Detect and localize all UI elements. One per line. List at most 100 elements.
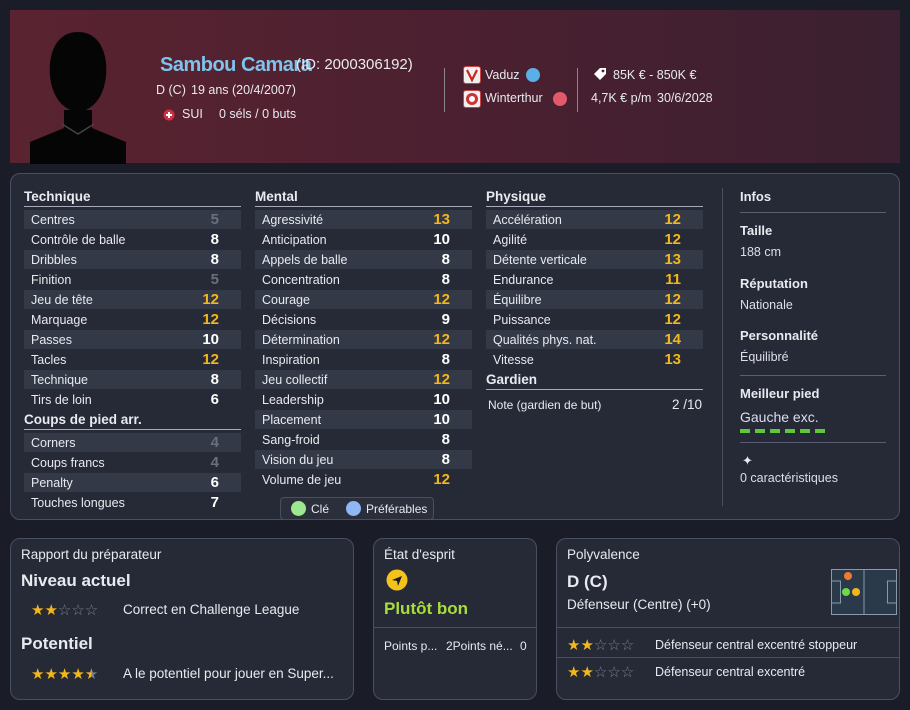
mental-row[interactable]: Jeu collectif 12 xyxy=(255,370,472,389)
mental-label: Placement xyxy=(262,412,322,427)
technique-value: 12 xyxy=(202,351,219,368)
foot-strength-bar xyxy=(740,429,825,433)
transfer-value: 85K € - 850K € xyxy=(613,68,697,82)
physique-row[interactable]: Accélération 12 xyxy=(486,210,703,229)
technique-row[interactable]: Tacles 12 xyxy=(24,350,241,369)
mental-value: 10 xyxy=(433,411,450,428)
technique-value: 12 xyxy=(202,311,219,328)
niveau-stars: ★★☆☆☆ xyxy=(31,602,99,619)
mental-label: Détermination xyxy=(262,332,340,347)
mental-value: 8 xyxy=(441,251,450,268)
mental-value: 8 xyxy=(441,451,450,468)
poly-desc: Défenseur (Centre) (+0) xyxy=(567,597,711,612)
technique-row[interactable]: Passes 10 xyxy=(24,330,241,349)
technique-label: Jeu de tête xyxy=(31,292,93,307)
technique-row[interactable]: Centres 5 xyxy=(24,210,241,229)
mental-title: Mental xyxy=(255,189,298,204)
technique-row[interactable]: Contrôle de balle 8 xyxy=(24,230,241,249)
player-header: Sambou Camara (ID: 2000306192) D (C) 19 … xyxy=(10,10,900,164)
physique-title: Physique xyxy=(486,189,547,204)
technique-row[interactable]: Tirs de loin 6 xyxy=(24,390,241,409)
mental-row[interactable]: Concentration 8 xyxy=(255,270,472,289)
technique-label: Finition xyxy=(31,272,72,287)
physique-label: Puissance xyxy=(493,312,551,327)
legend: Clé Préférables xyxy=(280,497,434,520)
physique-row[interactable]: Agilité 12 xyxy=(486,230,703,249)
vaduz-badge-icon xyxy=(463,66,481,84)
mental-value: 10 xyxy=(433,391,450,408)
mental-row[interactable]: Appels de balle 8 xyxy=(255,250,472,269)
physique-value: 11 xyxy=(665,271,681,288)
physique-row[interactable]: Qualités phys. nat. 14 xyxy=(486,330,703,349)
physique-value: 12 xyxy=(664,291,681,308)
technique-value: 12 xyxy=(202,291,219,308)
set-piece-row[interactable]: Penalty 6 xyxy=(24,473,241,492)
mental-row[interactable]: Anticipation 10 xyxy=(255,230,472,249)
club-current[interactable]: Vaduz xyxy=(485,68,520,82)
mental-row[interactable]: Agressivité 13 xyxy=(255,210,472,229)
mental-row[interactable]: Vision du jeu 8 xyxy=(255,450,472,469)
technique-row[interactable]: Dribbles 8 xyxy=(24,250,241,269)
club-parent[interactable]: Winterthur xyxy=(485,91,543,105)
mental-label: Courage xyxy=(262,292,310,307)
mental-label: Décisions xyxy=(262,312,317,327)
taille-value: 188 cm xyxy=(740,245,781,259)
physique-row[interactable]: Vitesse 13 xyxy=(486,350,703,369)
set-piece-row[interactable]: Coups francs 4 xyxy=(24,453,241,472)
physique-value: 14 xyxy=(664,331,681,348)
mental-value: 8 xyxy=(441,431,450,448)
infos-title: Infos xyxy=(740,189,772,204)
mental-row[interactable]: Courage 12 xyxy=(255,290,472,309)
niveau-title: Niveau actuel xyxy=(21,571,131,590)
technique-title: Technique xyxy=(24,189,91,204)
technique-label: Tacles xyxy=(31,352,67,367)
mental-row[interactable]: Leadership 10 xyxy=(255,390,472,409)
mental-label: Vision du jeu xyxy=(262,452,334,467)
physique-label: Agilité xyxy=(493,232,528,247)
technique-row[interactable]: Technique 8 xyxy=(24,370,241,389)
nation-flag-icon xyxy=(163,109,175,121)
mental-value: 8 xyxy=(441,351,450,368)
preferred-dot-icon xyxy=(346,501,362,516)
transfer-icon xyxy=(553,92,567,106)
rapport-title: Rapport du préparateur xyxy=(21,547,162,562)
physique-row[interactable]: Équilibre 12 xyxy=(486,290,703,309)
physique-label: Accélération xyxy=(493,212,562,227)
technique-label: Dribbles xyxy=(31,252,77,267)
set-piece-row[interactable]: Touches longues 7 xyxy=(24,493,241,512)
physique-row[interactable]: Puissance 12 xyxy=(486,310,703,329)
mental-row[interactable]: Décisions 9 xyxy=(255,310,472,329)
physique-row[interactable]: Détente verticale 13 xyxy=(486,250,703,269)
mental-value: 12 xyxy=(433,471,450,488)
technique-label: Technique xyxy=(31,372,88,387)
set-piece-label: Corners xyxy=(31,435,76,450)
player-nation[interactable]: SUI xyxy=(182,107,203,121)
taille-title: Taille xyxy=(740,223,773,238)
mental-row[interactable]: Placement 10 xyxy=(255,410,472,429)
physique-row[interactable]: Endurance 11 xyxy=(486,270,703,289)
technique-row[interactable]: Marquage 12 xyxy=(24,310,241,329)
physique-value: 12 xyxy=(664,311,681,328)
technique-value: 6 xyxy=(210,391,219,408)
poly-title: Polyvalence xyxy=(567,547,640,562)
physique-value: 12 xyxy=(664,211,681,228)
gardien-label: Note (gardien de but) xyxy=(488,398,602,412)
mental-label: Leadership xyxy=(262,392,324,407)
mental-row[interactable]: Volume de jeu 12 xyxy=(255,470,472,489)
technique-row[interactable]: Finition 5 xyxy=(24,270,241,289)
mental-row[interactable]: Inspiration 8 xyxy=(255,350,472,369)
mental-row[interactable]: Détermination 12 xyxy=(255,330,472,349)
mental-label: Jeu collectif xyxy=(262,372,328,387)
morale-arrow-icon xyxy=(386,569,408,591)
esprit-points2: 2Points né... xyxy=(446,639,513,653)
sparkle-icon: ✦ xyxy=(742,453,753,468)
technique-row[interactable]: Jeu de tête 12 xyxy=(24,290,241,309)
gardien-title: Gardien xyxy=(486,372,538,387)
set-pieces-title: Coups de pied arr. xyxy=(24,412,142,427)
technique-value: 8 xyxy=(210,371,219,388)
set-piece-value: 6 xyxy=(210,474,219,491)
mental-row[interactable]: Sang-froid 8 xyxy=(255,430,472,449)
set-piece-row[interactable]: Corners 4 xyxy=(24,433,241,452)
set-piece-label: Touches longues xyxy=(31,495,125,510)
player-id: (ID: 2000306192) xyxy=(296,56,413,73)
